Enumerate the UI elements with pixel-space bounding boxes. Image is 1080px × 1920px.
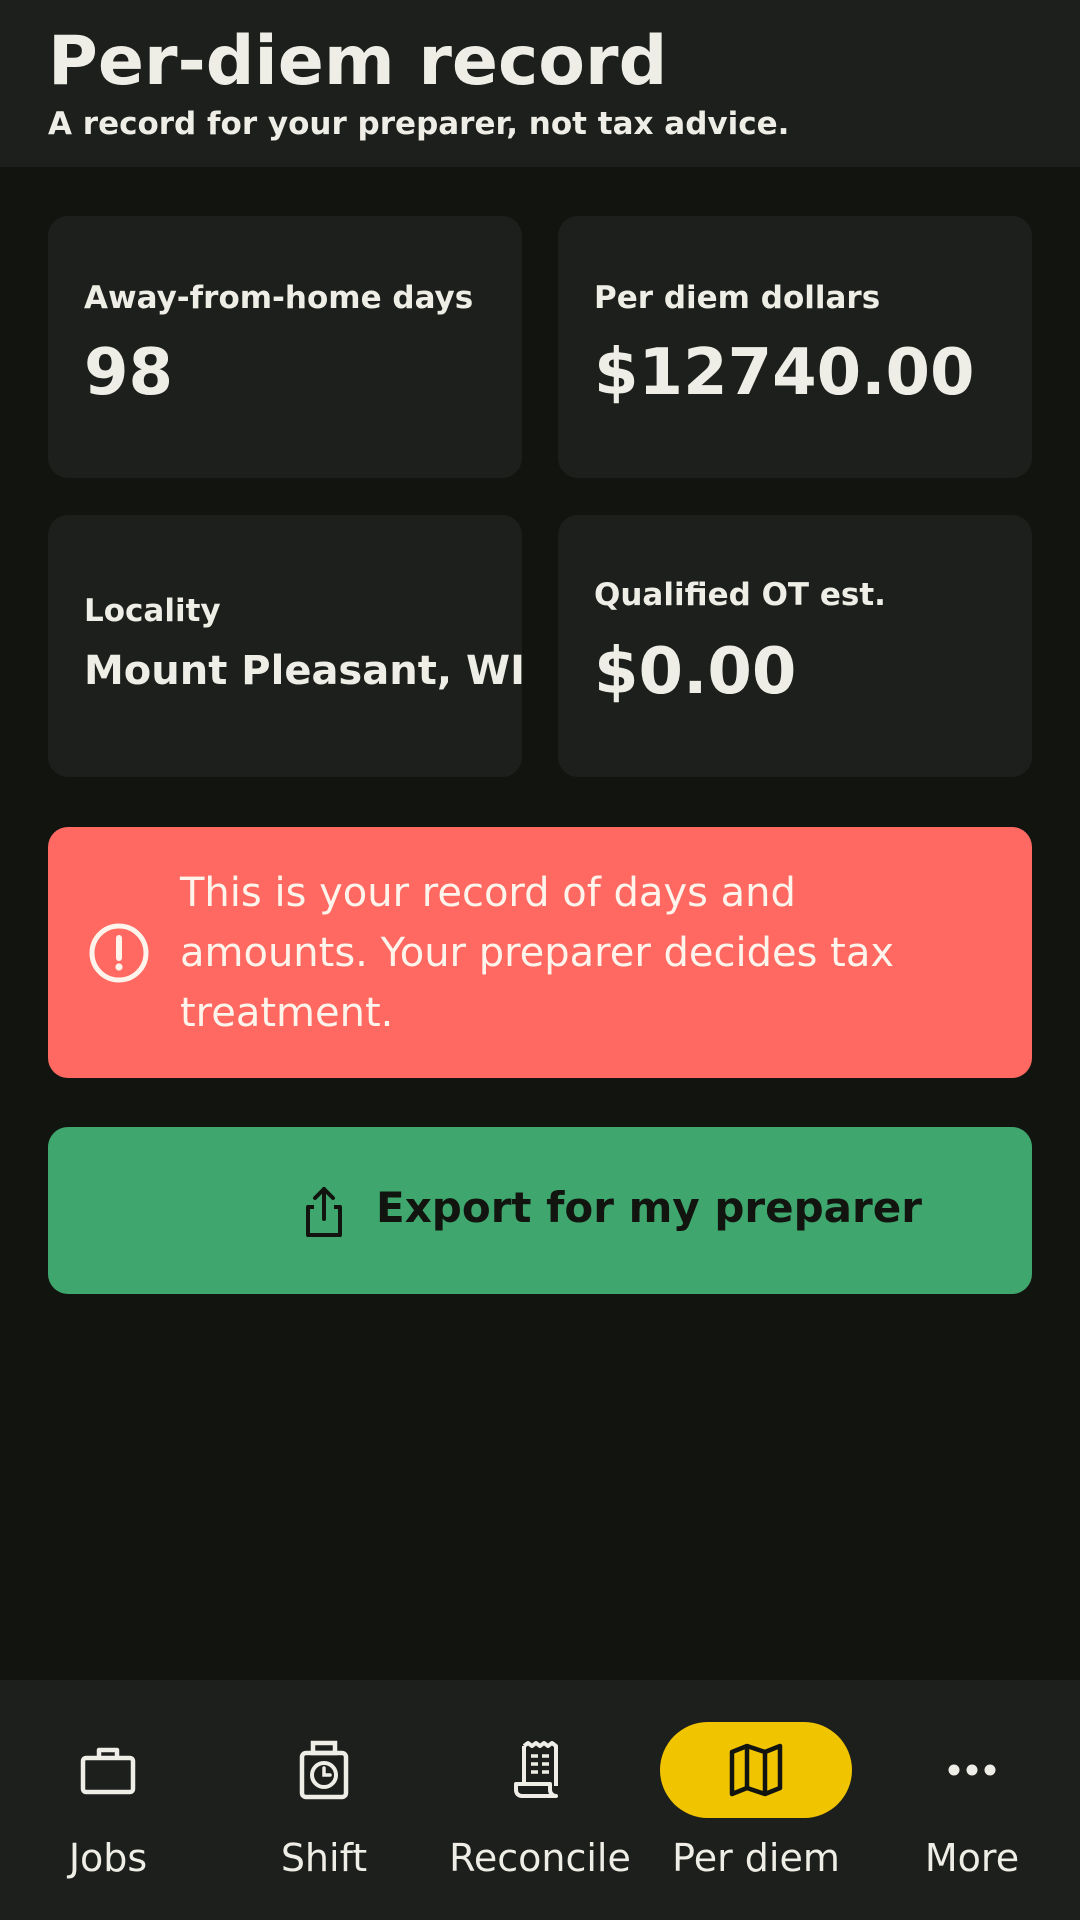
nav-label-more: More: [924, 1836, 1020, 1880]
tax-disclaimer-notice: This is your record of days and amounts.…: [48, 827, 1032, 1078]
page-subtitle: A record for your preparer, not tax advi…: [48, 106, 790, 142]
bottom-navigation: Jobs Shift Reconcile Per diem More: [0, 1680, 1080, 1920]
nav-label-shift: Shift: [280, 1836, 368, 1880]
nav-item-reconcile[interactable]: Reconcile: [432, 1680, 648, 1920]
nav-item-shift[interactable]: Shift: [216, 1680, 432, 1920]
export-for-preparer-button[interactable]: Export for my preparer: [48, 1127, 1032, 1294]
qualified-ot-card: Qualified OT est. $0.00: [558, 515, 1032, 777]
timer-clock-icon: [299, 1740, 349, 1800]
alert-circle-icon: [89, 923, 149, 983]
nav-item-jobs[interactable]: Jobs: [0, 1680, 216, 1920]
receipt-icon: [514, 1741, 558, 1798]
per-diem-dollars-card: Per diem dollars $12740.00: [558, 216, 1032, 478]
share-upload-icon: [306, 1187, 342, 1237]
per-diem-dollars-label: Per diem dollars: [594, 280, 881, 316]
notice-text: This is your record of days and amounts.…: [180, 870, 895, 1036]
nav-label-per-diem: Per diem: [672, 1836, 840, 1880]
locality-card: Locality Mount Pleasant, WI: [48, 515, 525, 777]
qualified-ot-value: $0.00: [594, 635, 797, 709]
locality-label: Locality: [84, 593, 221, 629]
nav-item-per-diem[interactable]: Per diem: [648, 1680, 864, 1920]
export-button-label: Export for my preparer: [376, 1183, 922, 1232]
away-days-value: 98: [84, 336, 174, 410]
briefcase-icon: [80, 1747, 136, 1795]
away-days-label: Away-from-home days: [84, 280, 474, 316]
nav-item-more[interactable]: More: [864, 1680, 1080, 1920]
page-title: Per-diem record: [48, 22, 668, 101]
per-diem-dollars-value: $12740.00: [594, 336, 975, 410]
app-header: Per-diem record A record for your prepar…: [0, 0, 1080, 167]
more-dots-icon: [948, 1764, 996, 1776]
nav-label-jobs: Jobs: [68, 1836, 148, 1880]
away-days-card: Away-from-home days 98: [48, 216, 522, 478]
qualified-ot-label: Qualified OT est.: [594, 577, 886, 613]
nav-label-reconcile: Reconcile: [449, 1836, 631, 1880]
map-icon: [729, 1743, 783, 1797]
locality-value: Mount Pleasant, WI: [84, 648, 525, 694]
